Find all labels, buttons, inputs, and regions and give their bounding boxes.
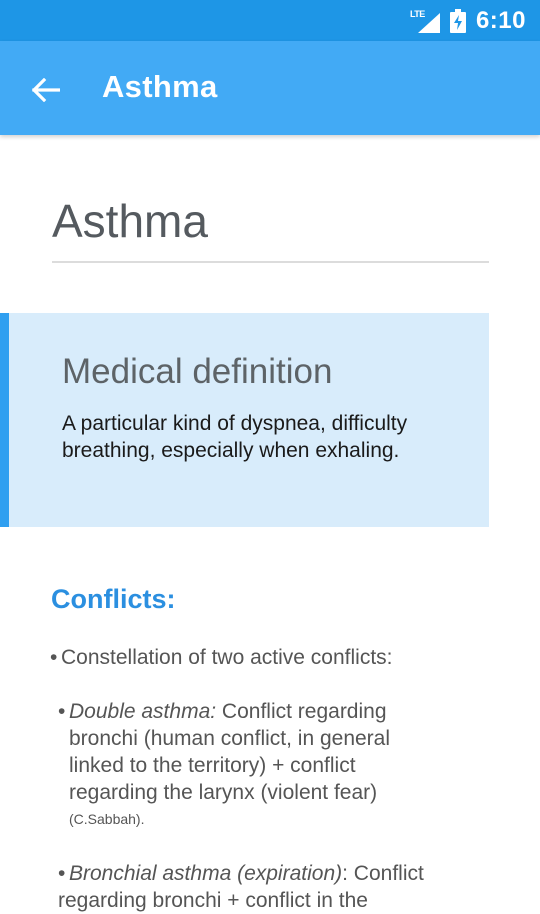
double-asthma-line: linked to the territory) + conflict — [69, 754, 356, 777]
status-bar: LTE 6:10 — [0, 0, 540, 41]
app-bar: Asthma — [0, 41, 540, 135]
page-title: Asthma — [52, 195, 208, 247]
double-asthma-line: bronchi (human conflict, in general — [69, 727, 391, 750]
double-asthma-label: Double asthma: — [69, 700, 217, 723]
arrow-left-icon — [32, 78, 60, 102]
bronchial-asthma-label: Bronchial asthma (expiration) — [69, 862, 343, 885]
double-asthma-citation: (C.Sabbah). — [69, 811, 145, 827]
battery-charging-icon — [449, 8, 466, 33]
signal-icon: LTE — [410, 9, 440, 33]
bullet-icon: • — [50, 646, 58, 669]
bullet-icon: • — [58, 700, 66, 723]
list-item: • Bronchial asthma (expiration): Conflict… — [58, 860, 498, 914]
conflicts-heading: Conflicts: — [51, 584, 176, 614]
title-divider — [52, 261, 489, 263]
bullet-icon: • — [58, 862, 66, 885]
definition-heading: Medical definition — [62, 352, 333, 391]
card-accent-bar — [0, 313, 9, 527]
double-asthma-text: Conflict regarding — [216, 700, 387, 723]
definition-text: A particular kind of dyspnea, difficulty… — [62, 412, 408, 462]
list-item: • Constellation of two active conflicts: — [50, 644, 500, 671]
status-icons: LTE 6:10 — [410, 0, 526, 41]
status-time: 6:10 — [475, 6, 526, 34]
app-bar-title: Asthma — [102, 69, 218, 104]
medical-definition-card: Medical definition A particular kind of … — [0, 313, 489, 527]
back-button[interactable] — [26, 70, 66, 110]
list-item: • Double asthma: Conflict regarding bronc… — [58, 698, 478, 833]
conflicts-intro: Constellation of two active conflicts: — [61, 646, 393, 669]
double-asthma-line: regarding the larynx (violent fear) — [69, 781, 378, 804]
